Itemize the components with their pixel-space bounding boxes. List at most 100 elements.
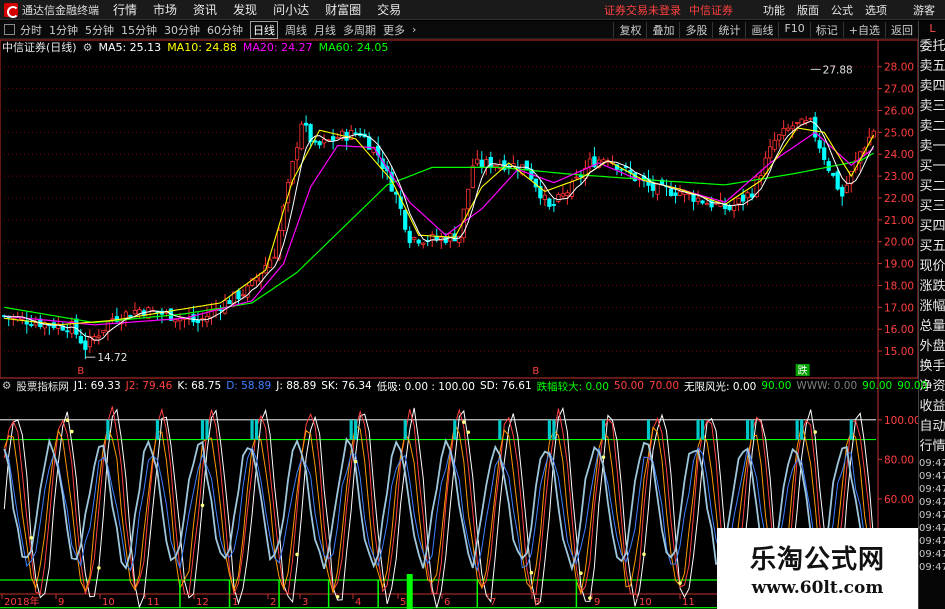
candle-body xyxy=(655,183,660,195)
x-tick-label: 2 xyxy=(270,597,276,608)
top-signal-bar xyxy=(106,419,110,440)
chart-canvas: 28.00 27.00 26.00 25.00 24.00 23.00 22.00 21.00… xyxy=(0,39,921,609)
signal-dot xyxy=(529,570,534,575)
period-fenshi[interactable]: 分时 xyxy=(20,22,42,38)
menu-item-gongshi[interactable]: 公式 xyxy=(831,2,853,18)
top-signal-bar xyxy=(849,419,853,440)
price-tick-label: 21.00 xyxy=(884,215,914,227)
x-tick-label: 10 xyxy=(639,597,652,608)
candle-body xyxy=(700,200,705,204)
candle-body xyxy=(317,141,322,146)
back-button[interactable]: 返回 xyxy=(885,21,918,38)
period-multi[interactable]: 多周期 xyxy=(343,22,376,38)
menu-item-zixun[interactable]: 资讯 xyxy=(193,1,217,18)
side-time: 09:47 xyxy=(919,484,945,495)
candle-body xyxy=(691,194,696,202)
side-time: 09:47 xyxy=(919,549,945,560)
candle-body xyxy=(303,122,309,126)
gear-icon[interactable]: ⚙ xyxy=(2,380,11,392)
price-tick-label: 22.00 xyxy=(884,193,914,205)
signal-dot xyxy=(97,566,101,570)
top-signal-bar xyxy=(746,419,750,440)
period-60min[interactable]: 60分钟 xyxy=(207,22,243,38)
side-time: 09:47 xyxy=(919,458,945,469)
diejia-button[interactable]: 叠加 xyxy=(646,21,679,38)
period-15min[interactable]: 15分钟 xyxy=(121,22,157,38)
menu-item-faxian[interactable]: 发现 xyxy=(233,1,257,18)
candle-body xyxy=(335,136,340,139)
candle-body xyxy=(470,165,475,189)
period-30min[interactable]: 30分钟 xyxy=(164,22,200,38)
period-1min[interactable]: 1分钟 xyxy=(49,22,78,38)
period-daily[interactable]: 日线 xyxy=(250,20,278,39)
signal-dot xyxy=(295,552,299,557)
menu-item-caifuquan[interactable]: 财富圈 xyxy=(325,1,361,18)
candle-body xyxy=(74,318,79,335)
menu-item-shichang[interactable]: 市场 xyxy=(153,1,177,18)
fuquan-button[interactable]: 复权 xyxy=(613,21,646,38)
x-tick-label: 4 xyxy=(355,597,361,608)
add-watchlist-button[interactable]: +自选 xyxy=(842,21,885,38)
biaoji-button[interactable]: 标记 xyxy=(809,21,843,38)
period-weekly[interactable]: 周线 xyxy=(285,22,307,38)
menu-item-wenxiaoda[interactable]: 问小达 xyxy=(273,1,309,18)
gear-icon[interactable]: ⚙ xyxy=(83,41,93,54)
huaxian-button[interactable]: 画线 xyxy=(745,21,778,38)
candle-body xyxy=(493,164,498,168)
side-label: 卖一 xyxy=(919,139,945,154)
candle-body xyxy=(790,125,795,130)
f10-button[interactable]: F10 xyxy=(778,21,809,38)
watermark-url: www.60lt.com xyxy=(751,578,884,598)
top-signal-bar xyxy=(750,419,754,440)
broker-name[interactable]: 中信证券 xyxy=(689,2,733,18)
side-label: 换手 xyxy=(919,359,945,374)
candle-body xyxy=(83,340,88,350)
price-tick-label: 28.00 xyxy=(884,62,914,74)
candle-body xyxy=(822,147,827,160)
guest-user[interactable]: 游客 xyxy=(913,2,935,18)
candle-body xyxy=(353,132,358,135)
indicator-legend-item: SD: 76.61 xyxy=(479,380,532,392)
candle-body xyxy=(786,127,791,131)
price-annotation-label: 27.88 xyxy=(823,64,853,76)
top-signal-bar xyxy=(200,419,205,440)
signal-dot xyxy=(200,503,205,508)
indicator-legend-item: 跌幅较大: 0.00 xyxy=(536,380,609,393)
period-5min[interactable]: 5分钟 xyxy=(85,22,114,38)
signal-dot xyxy=(588,596,592,600)
chevron-right-icon[interactable]: › xyxy=(412,23,416,36)
login-notice[interactable]: 证券交易未登录 xyxy=(604,2,681,18)
candle-body xyxy=(547,198,552,207)
candle-body xyxy=(65,330,70,333)
candle-body xyxy=(132,310,138,315)
candle-body xyxy=(443,236,448,243)
candle-body xyxy=(479,159,484,168)
menu-item-xuanxiang[interactable]: 选项 xyxy=(865,2,887,18)
menu-item-jiaoyi[interactable]: 交易 xyxy=(377,1,401,18)
candle-body xyxy=(578,175,584,178)
duogu-button[interactable]: 多股 xyxy=(679,21,712,38)
candle-body xyxy=(403,210,408,230)
signal-dot xyxy=(335,594,340,599)
ma-legend-item: MA60: 24.05 xyxy=(318,40,389,54)
side-label: 行情 xyxy=(919,439,945,454)
menu-item-gongneng[interactable]: 功能 xyxy=(763,2,785,18)
period-more[interactable]: 更多 xyxy=(383,22,405,38)
menu-item-banmian[interactable]: 版面 xyxy=(797,2,819,18)
candle-body xyxy=(195,319,201,324)
x-tick-label: 10 xyxy=(102,597,115,608)
period-monthly[interactable]: 月线 xyxy=(314,22,336,38)
indicator-legend-title: 股票指标网 xyxy=(16,380,69,393)
candle-body xyxy=(227,300,232,305)
candle-body xyxy=(556,194,561,202)
side-label: 买二 xyxy=(919,179,945,194)
panel-toggle-icon[interactable] xyxy=(4,24,15,35)
candle-body xyxy=(777,134,782,141)
main-legend-title: 中信证券(日线) xyxy=(2,41,77,54)
menu-item-hangqing[interactable]: 行情 xyxy=(113,1,137,18)
tongji-button[interactable]: 统计 xyxy=(712,21,745,38)
candle-body xyxy=(272,256,277,259)
candle-body xyxy=(808,117,813,120)
indicator-legend-item: WWW: 0.00 xyxy=(796,380,858,392)
candle-body xyxy=(772,139,777,150)
